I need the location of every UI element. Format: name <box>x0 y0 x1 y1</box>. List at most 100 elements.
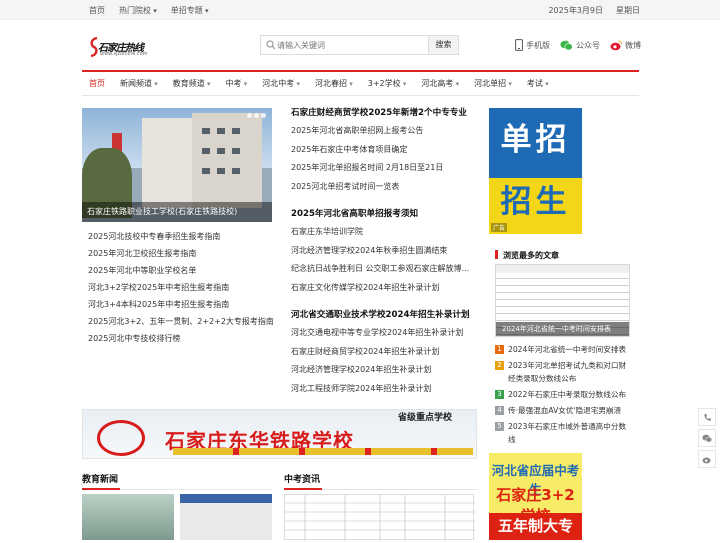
3plus2-ad[interactable]: 河北省应届中考生 石家庄3+2学校 五年制大专 <box>489 453 582 540</box>
most-viewed-image[interactable]: 2024年河北省统一中考时间安排表 <box>495 264 630 337</box>
nav-hebei-gaokao[interactable]: 河北高考 <box>421 78 459 89</box>
mobile-link-label: 手机版 <box>526 40 550 50</box>
list-item[interactable]: 河北3+4本科2025年中考招生报考指南 <box>88 296 278 313</box>
logo-url: www.sjzonline.com <box>100 51 148 57</box>
slide-window <box>232 168 240 174</box>
school-emblem-icon <box>97 420 145 456</box>
headline[interactable]: 2025年河北省高职单招报考须知 <box>291 205 481 223</box>
list-item[interactable]: 2025河北单招考试时间一览表 <box>291 178 481 197</box>
top-bar: 首页 热门院校 单招专题 2025年3月9日 星期日 <box>0 0 720 20</box>
schedule-table-image <box>285 495 475 541</box>
nav-hebei-zhongkao[interactable]: 河北中考 <box>262 78 300 89</box>
section-title-edu-news[interactable]: 教育新闻 <box>82 472 118 485</box>
float-wechat-button[interactable] <box>698 429 716 447</box>
wechat-link-label: 公众号 <box>576 40 600 50</box>
list-item[interactable]: 纪念抗日战争胜利日 公交职工参观石家庄解放博... <box>291 260 481 279</box>
list-item[interactable]: 2025河北技校中专春季招生报考指南 <box>88 228 278 245</box>
list-item[interactable]: 3 2022年石家庄中考录取分数线公布 <box>495 388 630 401</box>
nav-zhongkao[interactable]: 中考 <box>226 78 248 89</box>
floating-toolbar <box>698 408 716 468</box>
top-link-home[interactable]: 首页 <box>89 5 105 16</box>
date-display: 2025年3月9日 星期日 <box>548 5 640 16</box>
nav-news[interactable]: 新闻频道 <box>120 78 158 89</box>
ad-label: 广告 <box>491 223 508 232</box>
list-item[interactable]: 石家庄财经商贸学校2024年招生补录计划 <box>291 343 481 362</box>
slide-window <box>217 148 225 154</box>
zhongkao-thumbnail[interactable] <box>284 494 475 541</box>
list-item[interactable]: 2025河北中专技校排行榜 <box>88 330 278 347</box>
slide-window <box>232 148 240 154</box>
header-links: 手机版 公众号 微博 <box>515 39 641 51</box>
phone-call-icon <box>703 413 711 421</box>
slide-window <box>202 128 210 134</box>
list-item[interactable]: 河北交通电视中等专业学校2024年招生补录计划 <box>291 324 481 343</box>
float-weibo-button[interactable] <box>698 450 716 468</box>
nav-exam[interactable]: 考试 <box>527 78 549 89</box>
slide-window <box>217 128 225 134</box>
slide-window <box>217 168 225 174</box>
wechat-link[interactable]: 公众号 <box>560 40 600 51</box>
list-item[interactable]: 河北经济管理学校2024年秋季招生圆满结束 <box>291 242 481 261</box>
list-item[interactable]: 2 2023年河北单招考试九类和对口财经类录取分数线公布 <box>495 359 630 385</box>
list-item[interactable]: 石家庄东华培训学院 <box>291 223 481 242</box>
search-icon <box>266 40 276 50</box>
list-item[interactable]: 2025年河北省高职单招网上报考公告 <box>291 122 481 141</box>
float-phone-button[interactable] <box>698 408 716 426</box>
news-thumbnail[interactable] <box>180 494 272 540</box>
site-logo[interactable]: 石家庄热线 www.sjzonline.com <box>88 36 160 60</box>
school-ad-banner[interactable]: 省级重点学校 石家庄东华铁路学校 <box>82 409 477 459</box>
nav-3plus2[interactable]: 3+2学校 <box>368 78 407 89</box>
nav-education[interactable]: 教育频道 <box>173 78 211 89</box>
wechat-icon <box>560 40 573 50</box>
search-button[interactable]: 搜索 <box>428 36 458 54</box>
left-article-list: 2025河北技校中专春季招生报考指南 2025年河北卫校招生报考指南 2025年… <box>88 228 278 347</box>
slide-window <box>202 148 210 154</box>
nav-hebei-danzhao[interactable]: 河北单招 <box>474 78 512 89</box>
list-item[interactable]: 2025年河北卫校招生报考指南 <box>88 245 278 262</box>
top-link-topics[interactable]: 单招专题 <box>171 5 209 16</box>
date-text: 2025年3月9日 <box>548 6 603 15</box>
list-item[interactable]: 2025年河北中等职业学校名单 <box>88 262 278 279</box>
slide-window <box>202 168 210 174</box>
list-item[interactable]: 河北经济管理学校2024年招生补录计划 <box>291 361 481 380</box>
slide-caption[interactable]: 石家庄铁路职业技工学校(石家庄铁路技校) <box>82 202 272 222</box>
search-box: 搜索 <box>260 35 459 55</box>
section-divider <box>82 488 272 490</box>
wechat-icon <box>702 434 712 442</box>
weibo-link[interactable]: 微博 <box>610 40 641 51</box>
most-viewed-list: 1 2024年河北省统一中考时间安排表 2 2023年河北单招考试九类和对口财经类录… <box>495 340 630 446</box>
section-divider <box>284 488 477 490</box>
slide-dots[interactable] <box>247 113 266 118</box>
nav-home[interactable]: 首页 <box>89 78 105 89</box>
list-item[interactable]: 2025年河北单招报名时间 2月18日至21日 <box>291 159 481 178</box>
3plus2-ad-line3: 五年制大专 <box>489 513 582 540</box>
main-nav: 首页 新闻频道 教育频道 中考 河北中考 河北春招 3+2学校 河北高考 河北单… <box>82 70 639 96</box>
most-viewed-title: 浏览最多的文章 <box>495 250 559 261</box>
mobile-link[interactable]: 手机版 <box>515 39 550 51</box>
list-item[interactable]: 河北3+2学校2025年中考招生报考指南 <box>88 279 278 296</box>
list-item[interactable]: 4 传·最强混血AV女优'隐退宅男崩溃 <box>495 404 630 417</box>
featured-slide[interactable]: 石家庄铁路职业技工学校(石家庄铁路技校) <box>82 108 272 222</box>
list-item[interactable]: 1 2024年河北省统一中考时间安排表 <box>495 343 630 356</box>
slide-window <box>232 128 240 134</box>
list-item[interactable]: 5 2023年石家庄市域外普通高中分数线 <box>495 420 630 446</box>
list-item[interactable]: 石家庄文化传媒学校2024年招生补录计划 <box>291 279 481 298</box>
list-item[interactable]: 2025河北3+2、五年一贯制、2+2+2大专报考指南 <box>88 313 278 330</box>
nav-hebei-spring[interactable]: 河北春招 <box>315 78 353 89</box>
list-item[interactable]: 河北工程技师学院2024年招生补录计划 <box>291 380 481 399</box>
phone-icon <box>515 39 523 51</box>
section-title-zhongkao[interactable]: 中考资讯 <box>284 472 320 485</box>
danzhao-ad-line2: 招生 <box>500 184 571 220</box>
list-item[interactable]: 2025年石家庄中考体育项目确定 <box>291 141 481 160</box>
danzhao-ad[interactable]: 单招 招生 广告 <box>489 108 582 234</box>
weibo-icon <box>702 457 711 463</box>
headline[interactable]: 河北省交通职业技术学校2024年招生补录计划 <box>291 306 481 324</box>
top-link-schools[interactable]: 热门院校 <box>119 5 157 16</box>
banner-subtitle: 省级重点学校 <box>397 413 452 423</box>
danzhao-ad-line1: 单招 <box>500 122 571 158</box>
banner-strip <box>173 448 473 455</box>
news-thumbnail[interactable] <box>82 494 174 540</box>
headline[interactable]: 石家庄财经商贸学校2025年新增2个中专专业 <box>291 104 481 122</box>
search-input[interactable] <box>277 38 427 52</box>
most-viewed-image-caption: 2024年河北省统一中考时间安排表 <box>496 322 629 336</box>
